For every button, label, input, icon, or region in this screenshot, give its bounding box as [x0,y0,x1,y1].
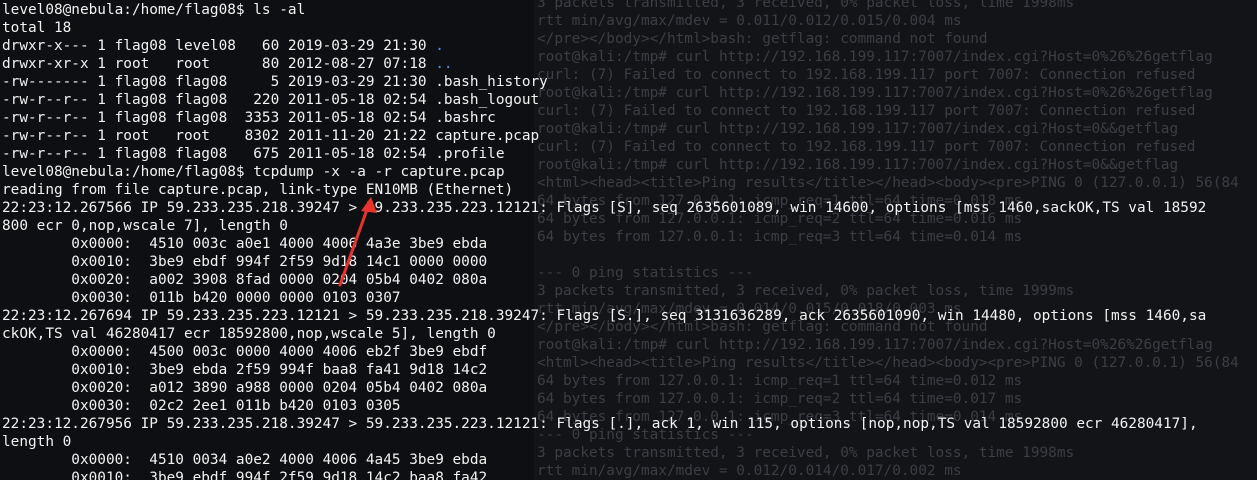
screenshot: 3 packets transmitted, 3 received, 0% pa… [0,0,1257,480]
arrow-icon [338,197,377,287]
